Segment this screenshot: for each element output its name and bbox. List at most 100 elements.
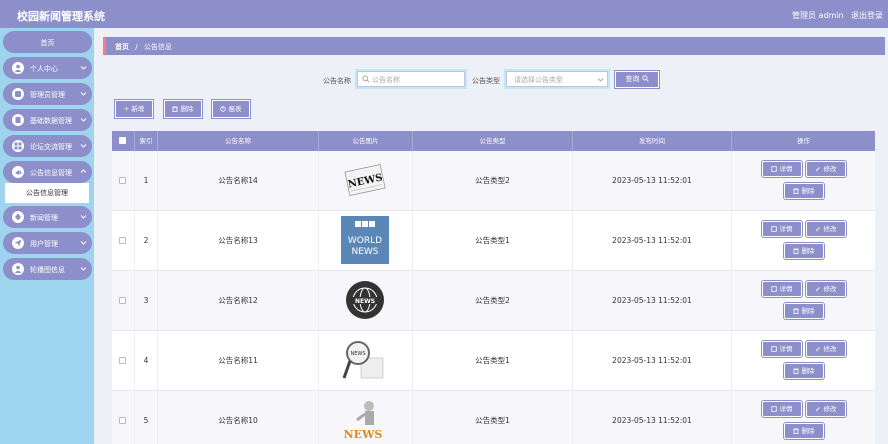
th-type: 公告类型 xyxy=(413,131,573,151)
cell-type: 公告类型1 xyxy=(413,391,573,444)
breadcrumb-separator: / xyxy=(135,43,138,51)
cell-ops xyxy=(732,151,875,211)
delete-button[interactable]: 删除 xyxy=(784,303,824,319)
delete-button-label: 删除 xyxy=(801,307,815,315)
detail-button-label: 详情 xyxy=(779,345,793,353)
edit-button[interactable]: 修改 xyxy=(806,341,846,357)
delete-button-label: 删除 xyxy=(801,367,815,375)
cell-name: 公告名称10 xyxy=(158,391,319,444)
th-image: 公告图片 xyxy=(319,131,413,151)
sidebar-item-label: 个人中心 xyxy=(30,65,58,73)
chevron-up-icon xyxy=(80,169,87,173)
news-globe-icon: NEWS xyxy=(341,276,389,324)
detail-button[interactable]: 详情 xyxy=(762,221,802,237)
select-all-checkbox[interactable] xyxy=(119,137,126,144)
sidebar-item-label: 论坛交流管理 xyxy=(30,143,72,151)
row-checkbox[interactable] xyxy=(119,297,126,304)
edit-button-label: 修改 xyxy=(823,165,837,173)
edit-button[interactable]: 修改 xyxy=(806,161,846,177)
batch-delete-button[interactable]: 删除 xyxy=(164,100,202,118)
delete-button[interactable]: 删除 xyxy=(784,423,824,439)
select-cell xyxy=(112,151,135,211)
edit-button[interactable]: 修改 xyxy=(806,281,846,297)
sidebar-item-home[interactable]: 首页 xyxy=(3,31,92,53)
sidebar-subitem-notice[interactable]: 公告信息管理 xyxy=(5,183,89,203)
detail-button-label: 详情 xyxy=(779,285,793,293)
sidebar-item-forum[interactable]: 论坛交流管理 xyxy=(3,135,92,157)
th-time: 发布时间 xyxy=(573,131,732,151)
cell-name: 公告名称11 xyxy=(158,331,319,391)
row-checkbox[interactable] xyxy=(119,357,126,364)
edit-icon xyxy=(816,227,821,232)
sidebar: 首页 个人中心 管理员管理 基础数据管理 论坛交流管理 公告信息管理 公告信息管… xyxy=(0,28,94,444)
delete-button[interactable]: 删除 xyxy=(784,183,824,199)
breadcrumb-current: 公告信息 xyxy=(143,43,172,51)
chevron-down-icon xyxy=(80,241,87,245)
detail-button[interactable]: 详情 xyxy=(762,341,802,357)
user-icon xyxy=(12,62,24,74)
trash-icon xyxy=(793,428,799,434)
sidebar-item-notice[interactable]: 公告信息管理 xyxy=(3,161,92,183)
report-button[interactable]: 报表 xyxy=(212,100,250,118)
cell-type: 公告类型2 xyxy=(413,151,573,211)
main-content: 首页 / 公告信息 公告名称 公告名称 公告类型 请选择公告类型 查询 + 新增… xyxy=(94,28,888,444)
chevron-down-icon xyxy=(80,267,87,271)
sidebar-item-database[interactable]: 基础数据管理 xyxy=(3,109,92,131)
edit-button-label: 修改 xyxy=(823,285,837,293)
breadcrumb-home[interactable]: 首页 xyxy=(115,43,129,51)
edit-button[interactable]: 修改 xyxy=(806,221,846,237)
search-name-input[interactable]: 公告名称 xyxy=(357,71,465,87)
logout-link[interactable]: 退出登录 xyxy=(851,10,883,21)
sidebar-item-admin[interactable]: 管理员管理 xyxy=(3,83,92,105)
delete-button[interactable]: 删除 xyxy=(784,363,824,379)
query-label: 查询 xyxy=(625,75,640,83)
row-checkbox[interactable] xyxy=(119,417,126,424)
query-button[interactable]: 查询 xyxy=(615,71,659,88)
edit-button-label: 修改 xyxy=(823,225,837,233)
admin-icon xyxy=(12,88,24,100)
detail-button[interactable]: 详情 xyxy=(762,281,802,297)
th-ops: 操作 xyxy=(797,137,810,145)
edit-button-label: 修改 xyxy=(823,405,837,413)
select-cell xyxy=(112,211,135,271)
news-newspaper-icon: NEWS xyxy=(341,156,389,204)
svg-text:WORLD: WORLD xyxy=(348,236,382,246)
sidebar-item-label: 管理员管理 xyxy=(30,91,65,99)
sidebar-item-profile[interactable]: 个人中心 xyxy=(3,57,92,79)
report-label: 报表 xyxy=(228,105,242,113)
th-name: 公告名称 xyxy=(158,131,319,151)
cell-name: 公告名称12 xyxy=(158,271,319,331)
search-name-placeholder: 公告名称 xyxy=(372,76,400,84)
chevron-down-icon xyxy=(80,66,87,70)
chevron-down-icon xyxy=(80,118,87,122)
delete-button[interactable]: 删除 xyxy=(784,243,824,259)
chevron-down-icon xyxy=(597,78,604,82)
news-figure-icon: NEWS xyxy=(341,396,389,444)
edit-icon xyxy=(816,407,821,412)
notice-table: 索引 公告名称 公告图片 公告类型 发布时间 操作 1 公告名称14 NEWS 公告类… xyxy=(112,131,875,444)
bbc-world-news-icon: WORLD NEWS xyxy=(341,216,389,264)
detail-button-label: 详情 xyxy=(779,405,793,413)
sidebar-item-users[interactable]: 用户管理 xyxy=(3,232,92,254)
search-type-select[interactable]: 请选择公告类型 xyxy=(506,71,608,87)
table-header: 索引 公告名称 公告图片 公告类型 发布时间 操作 xyxy=(112,131,875,151)
trash-icon xyxy=(793,308,799,314)
batch-delete-label: 删除 xyxy=(180,105,194,113)
detail-button[interactable]: 详情 xyxy=(762,161,802,177)
row-checkbox[interactable] xyxy=(119,237,126,244)
edit-icon xyxy=(816,167,821,172)
detail-button[interactable]: 详情 xyxy=(762,401,802,417)
sidebar-item-news[interactable]: 新闻管理 xyxy=(3,206,92,228)
sidebar-item-label: 轮播图信息 xyxy=(30,266,65,274)
cell-time: 2023-05-13 11:52:01 xyxy=(573,331,732,391)
sidebar-item-label: 公告信息管理 xyxy=(30,169,72,177)
cell-ops xyxy=(732,211,875,271)
chevron-down-icon xyxy=(80,215,87,219)
cell-type: 公告类型2 xyxy=(413,271,573,331)
add-button[interactable]: + 新增 xyxy=(115,100,153,118)
table-row: 3 公告名称12 NEWS 公告类型2 2023-05-13 11:52:01 详情 修… xyxy=(112,271,875,331)
edit-button[interactable]: 修改 xyxy=(806,401,846,417)
search-icon xyxy=(641,75,649,82)
row-checkbox[interactable] xyxy=(119,177,126,184)
sidebar-item-carousel[interactable]: 轮播图信息 xyxy=(3,258,92,280)
